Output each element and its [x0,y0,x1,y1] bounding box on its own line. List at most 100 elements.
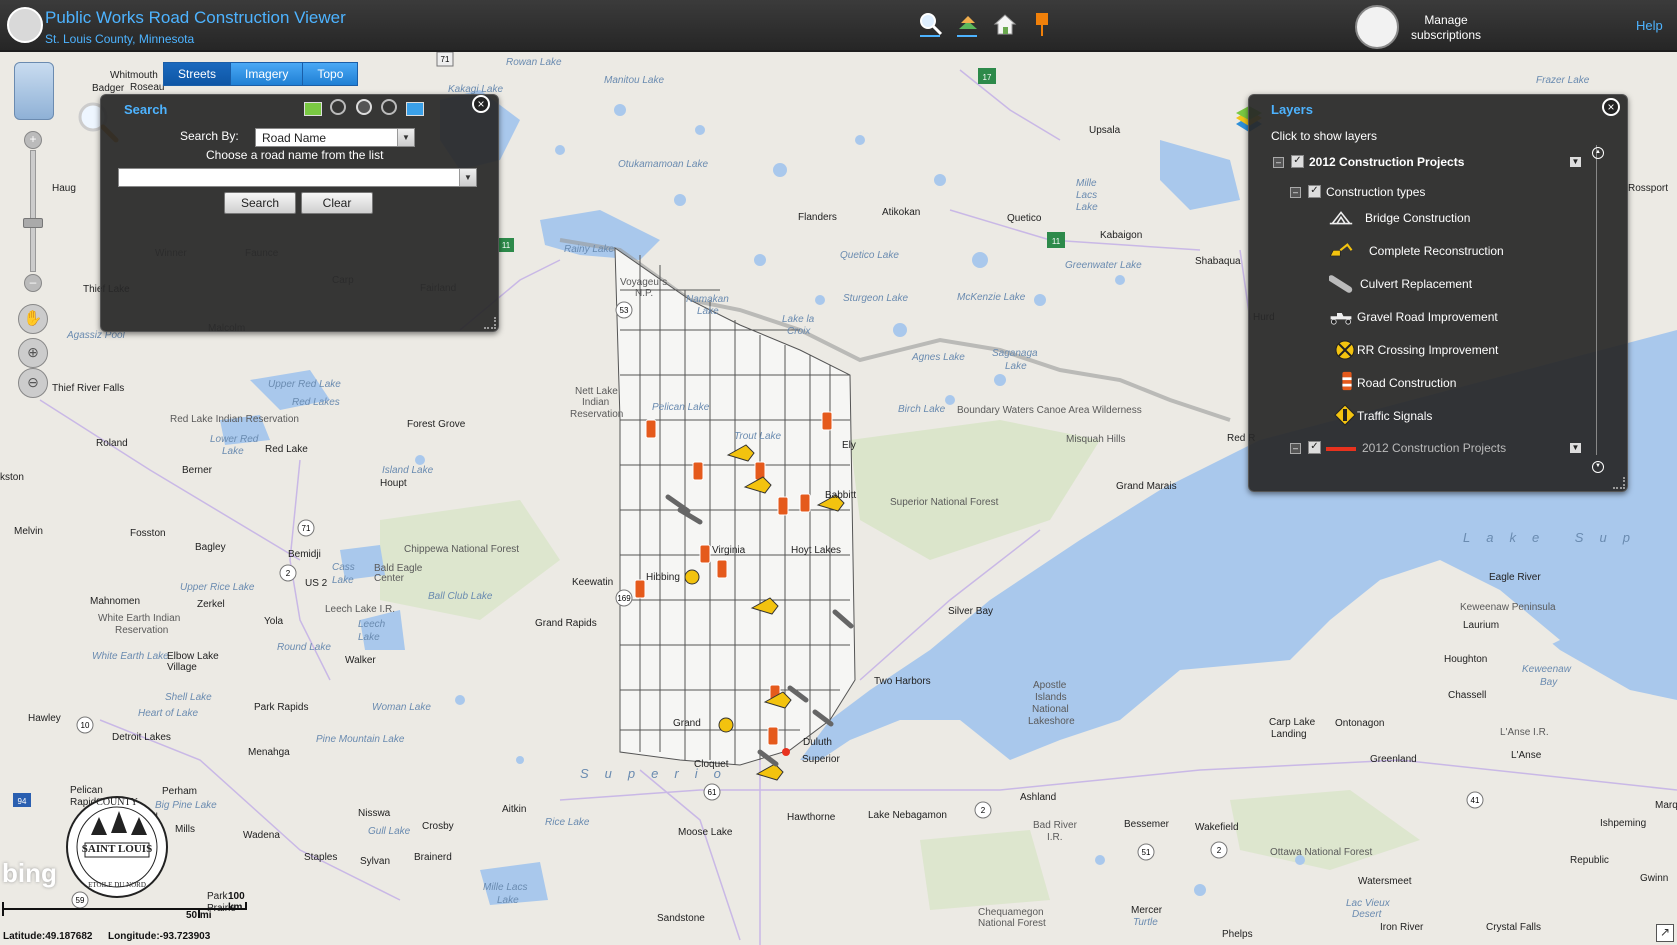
scroll-up-icon[interactable]: ▲ [1592,147,1604,159]
basemap-streets-button[interactable]: Streets [164,63,232,85]
subgroup-checkbox[interactable]: ✓ [1308,185,1321,198]
zoom-slider[interactable] [30,150,36,272]
search-by-select[interactable]: Road Name ▼ [255,128,415,147]
resize-corner-icon[interactable]: ↗ [1656,924,1674,942]
seal-name-text: SAINT LOUIS [81,843,153,855]
layer-item-reconstruction: Complete Reconstruction [1329,238,1579,266]
place-label: Center [374,573,405,584]
area-search-icon[interactable] [381,99,397,115]
county-seal-logo: COUNTY SAINT LOUIS ETOILE DU NORD [65,795,169,899]
svg-text:2: 2 [981,806,986,815]
place-label: Pelican Lake [652,402,710,413]
panel-resize-grip-icon[interactable] [1613,477,1625,489]
svg-text:11: 11 [502,241,511,250]
group-options-chevron-icon[interactable]: ▼ [1570,157,1581,167]
panel-resize-grip-icon[interactable] [484,317,496,329]
zoom-out-icon[interactable]: – [24,274,42,292]
seal-county-text: COUNTY [96,797,138,808]
place-label: I.R. [1047,832,1063,843]
clear-button[interactable]: Clear [301,192,373,214]
road-name-select[interactable]: ▼ [118,168,477,187]
place-label: Lake [222,446,244,457]
road-search-icon[interactable] [330,99,346,115]
home-icon[interactable] [992,11,1018,37]
zoom-in-icon[interactable]: + [24,131,42,149]
collapse-group-icon[interactable]: – [1273,157,1284,168]
place-label: Grand Marais [1116,481,1177,492]
layers-panel-close-icon[interactable]: × [1602,98,1620,116]
grid-icon[interactable] [406,102,424,116]
basemap-switcher: Streets Imagery Topo [163,62,359,86]
search-by-value: Road Name [262,131,327,145]
sublayer-checkbox[interactable]: ✓ [1308,441,1321,454]
place-label: Chequamegon [978,907,1044,918]
place-label: Wakefield [1195,822,1239,833]
search-by-label: Search By: [180,129,239,143]
layers-scrollbar[interactable] [1596,145,1603,455]
grader-icon [1330,313,1352,325]
place-label: White Earth Lake [92,651,169,662]
place-label: Lake Nebagamon [868,810,947,821]
sublayer-options-chevron-icon[interactable]: ▼ [1570,443,1581,453]
place-label: Red Lakes [292,397,340,408]
place-label: Mercer [1131,905,1163,916]
place-label: Landing [1271,729,1307,740]
place-label: Laurium [1463,620,1500,631]
basemap-topo-button[interactable]: Topo [303,63,358,85]
project-search-icon[interactable] [356,99,372,115]
manage-subscriptions-button[interactable]: Manage subscriptions [1355,5,1490,49]
place-label: Rice Lake [545,817,590,828]
place-label: McKenzie Lake [957,292,1026,303]
scroll-down-icon[interactable]: ▼ [1592,461,1604,473]
place-label: Nisswa [358,808,391,819]
search-icon[interactable] [918,11,944,37]
app-header: Public Works Road Construction Viewer St… [0,0,1677,52]
layer-item-traffic-signals: Traffic Signals [1329,403,1579,431]
place-label: Babbitt [825,490,857,501]
collapse-sublayer-icon[interactable]: – [1290,443,1301,454]
search-tool-icons [304,99,424,117]
layer-item-bridge: Bridge Construction [1329,205,1579,233]
rr-crossing-icon [1335,340,1355,360]
search-panel-close-icon[interactable]: × [472,95,490,113]
zoom-slider-handle[interactable] [23,218,43,228]
place-label: Bad River [1033,820,1077,831]
place-label: Sturgeon Lake [843,293,909,304]
search-button[interactable]: Search [224,192,296,214]
overview-map-toggle[interactable] [14,62,54,120]
zoom-in-tool-icon[interactable]: ⊕ [18,338,48,368]
zoom-out-tool-icon[interactable]: ⊖ [18,368,48,398]
place-label: Turtle [1133,917,1158,928]
road-name-value [119,171,123,185]
place-label: Bay [1540,677,1558,688]
place-label: Kabaigon [1100,230,1143,241]
svg-text:10: 10 [81,721,90,730]
layer-item-label: Culvert Replacement [1360,277,1473,291]
group-checkbox[interactable]: ✓ [1291,155,1304,168]
place-label: Yola [264,616,284,627]
place-label: Cass [332,562,355,573]
place-label: Ely [842,440,856,451]
place-label: Forest Grove [407,419,466,430]
svg-text:2: 2 [1217,846,1222,855]
collapse-subgroup-icon[interactable]: – [1290,187,1301,198]
pan-hand-icon[interactable]: ✋ [18,304,48,334]
table-icon[interactable] [304,102,322,116]
basemap-imagery-button[interactable]: Imagery [231,63,304,85]
pushpin-icon[interactable] [1029,11,1055,37]
place-label: Agnes Lake [912,352,965,363]
culvert-icon [1329,275,1353,293]
place-label: Houpt [380,478,407,489]
sublayer-label: 2012 Construction Projects [1362,441,1507,455]
place-label: Leech Lake I.R. [325,604,396,615]
layers-icon[interactable] [955,11,981,37]
help-link[interactable]: Help [1636,18,1663,33]
seal-motto-text: ETOILE DU NORD [88,881,146,889]
place-label: Lakeshore [1028,716,1075,727]
place-label: Lake [332,575,354,586]
place-label: Superior National Forest [890,497,999,508]
place-label: Mahnomen [90,596,141,607]
layers-panel: Layers × Click to show layers – ✓ 2012 C… [1248,94,1628,492]
svg-text:11: 11 [1052,237,1061,246]
place-label: Manitou Lake [604,75,665,86]
